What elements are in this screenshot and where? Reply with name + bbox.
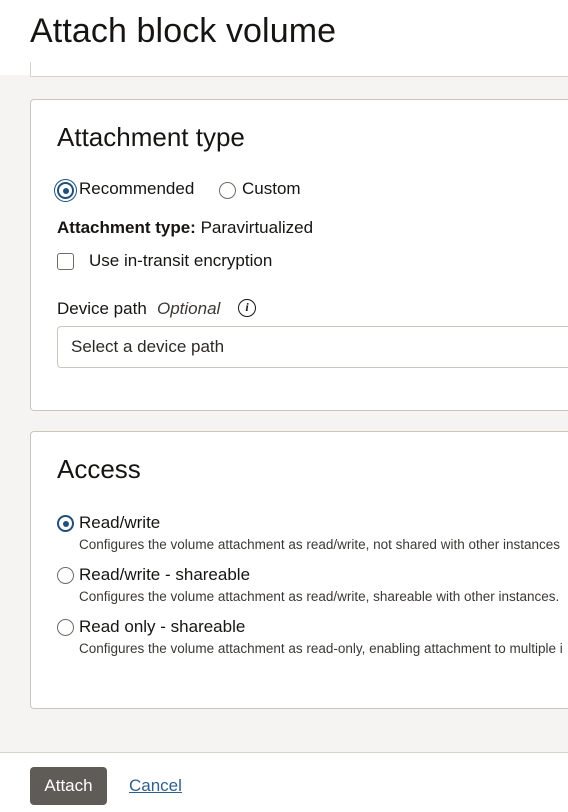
read-write-description: Configures the volume attachment as read… [79,537,561,552]
info-icon[interactable]: i [238,299,256,317]
attachment-type-info: Attachment type: Paravirtualized [57,218,313,238]
device-path-placeholder: Select a device path [71,337,225,356]
read-write-radio[interactable] [57,515,74,532]
read-write-shareable-description: Configures the volume attachment as read… [79,589,560,604]
attach-block-volume-dialog: Attach block volume Attachment type Reco… [0,0,568,812]
attachment-type-heading: Attachment type [57,122,245,152]
dialog-footer: Attach Cancel [0,752,568,812]
recommended-label[interactable]: Recommended [79,179,194,199]
device-path-optional: Optional [157,299,221,318]
read-only-shareable-radio[interactable] [57,619,74,636]
access-heading: Access [57,454,141,484]
read-only-shareable-description: Configures the volume attachment as read… [79,641,563,656]
in-transit-encryption-label[interactable]: Use in-transit encryption [89,251,272,271]
attach-button[interactable]: Attach [30,767,107,805]
custom-radio[interactable] [219,182,236,199]
attachment-type-panel: Attachment type Recommended Custom Attac… [30,99,568,411]
attachment-type-value: Paravirtualized [200,218,314,237]
attachment-type-key: Attachment type: [57,218,196,237]
previous-panel-edge [30,62,568,77]
recommended-radio[interactable] [57,182,74,199]
read-write-label[interactable]: Read/write [79,513,160,533]
in-transit-encryption-checkbox[interactable] [57,253,74,270]
read-write-shareable-label[interactable]: Read/write - shareable [79,565,250,585]
access-panel: Access Read/write Configures the volume … [30,431,568,709]
custom-label[interactable]: Custom [242,179,301,199]
read-only-shareable-label[interactable]: Read only - shareable [79,617,245,637]
page-title: Attach block volume [30,12,337,50]
device-path-select[interactable]: Select a device path [57,326,568,368]
device-path-label: Device path [57,299,147,318]
read-write-shareable-radio[interactable] [57,567,74,584]
cancel-link[interactable]: Cancel [129,776,182,796]
